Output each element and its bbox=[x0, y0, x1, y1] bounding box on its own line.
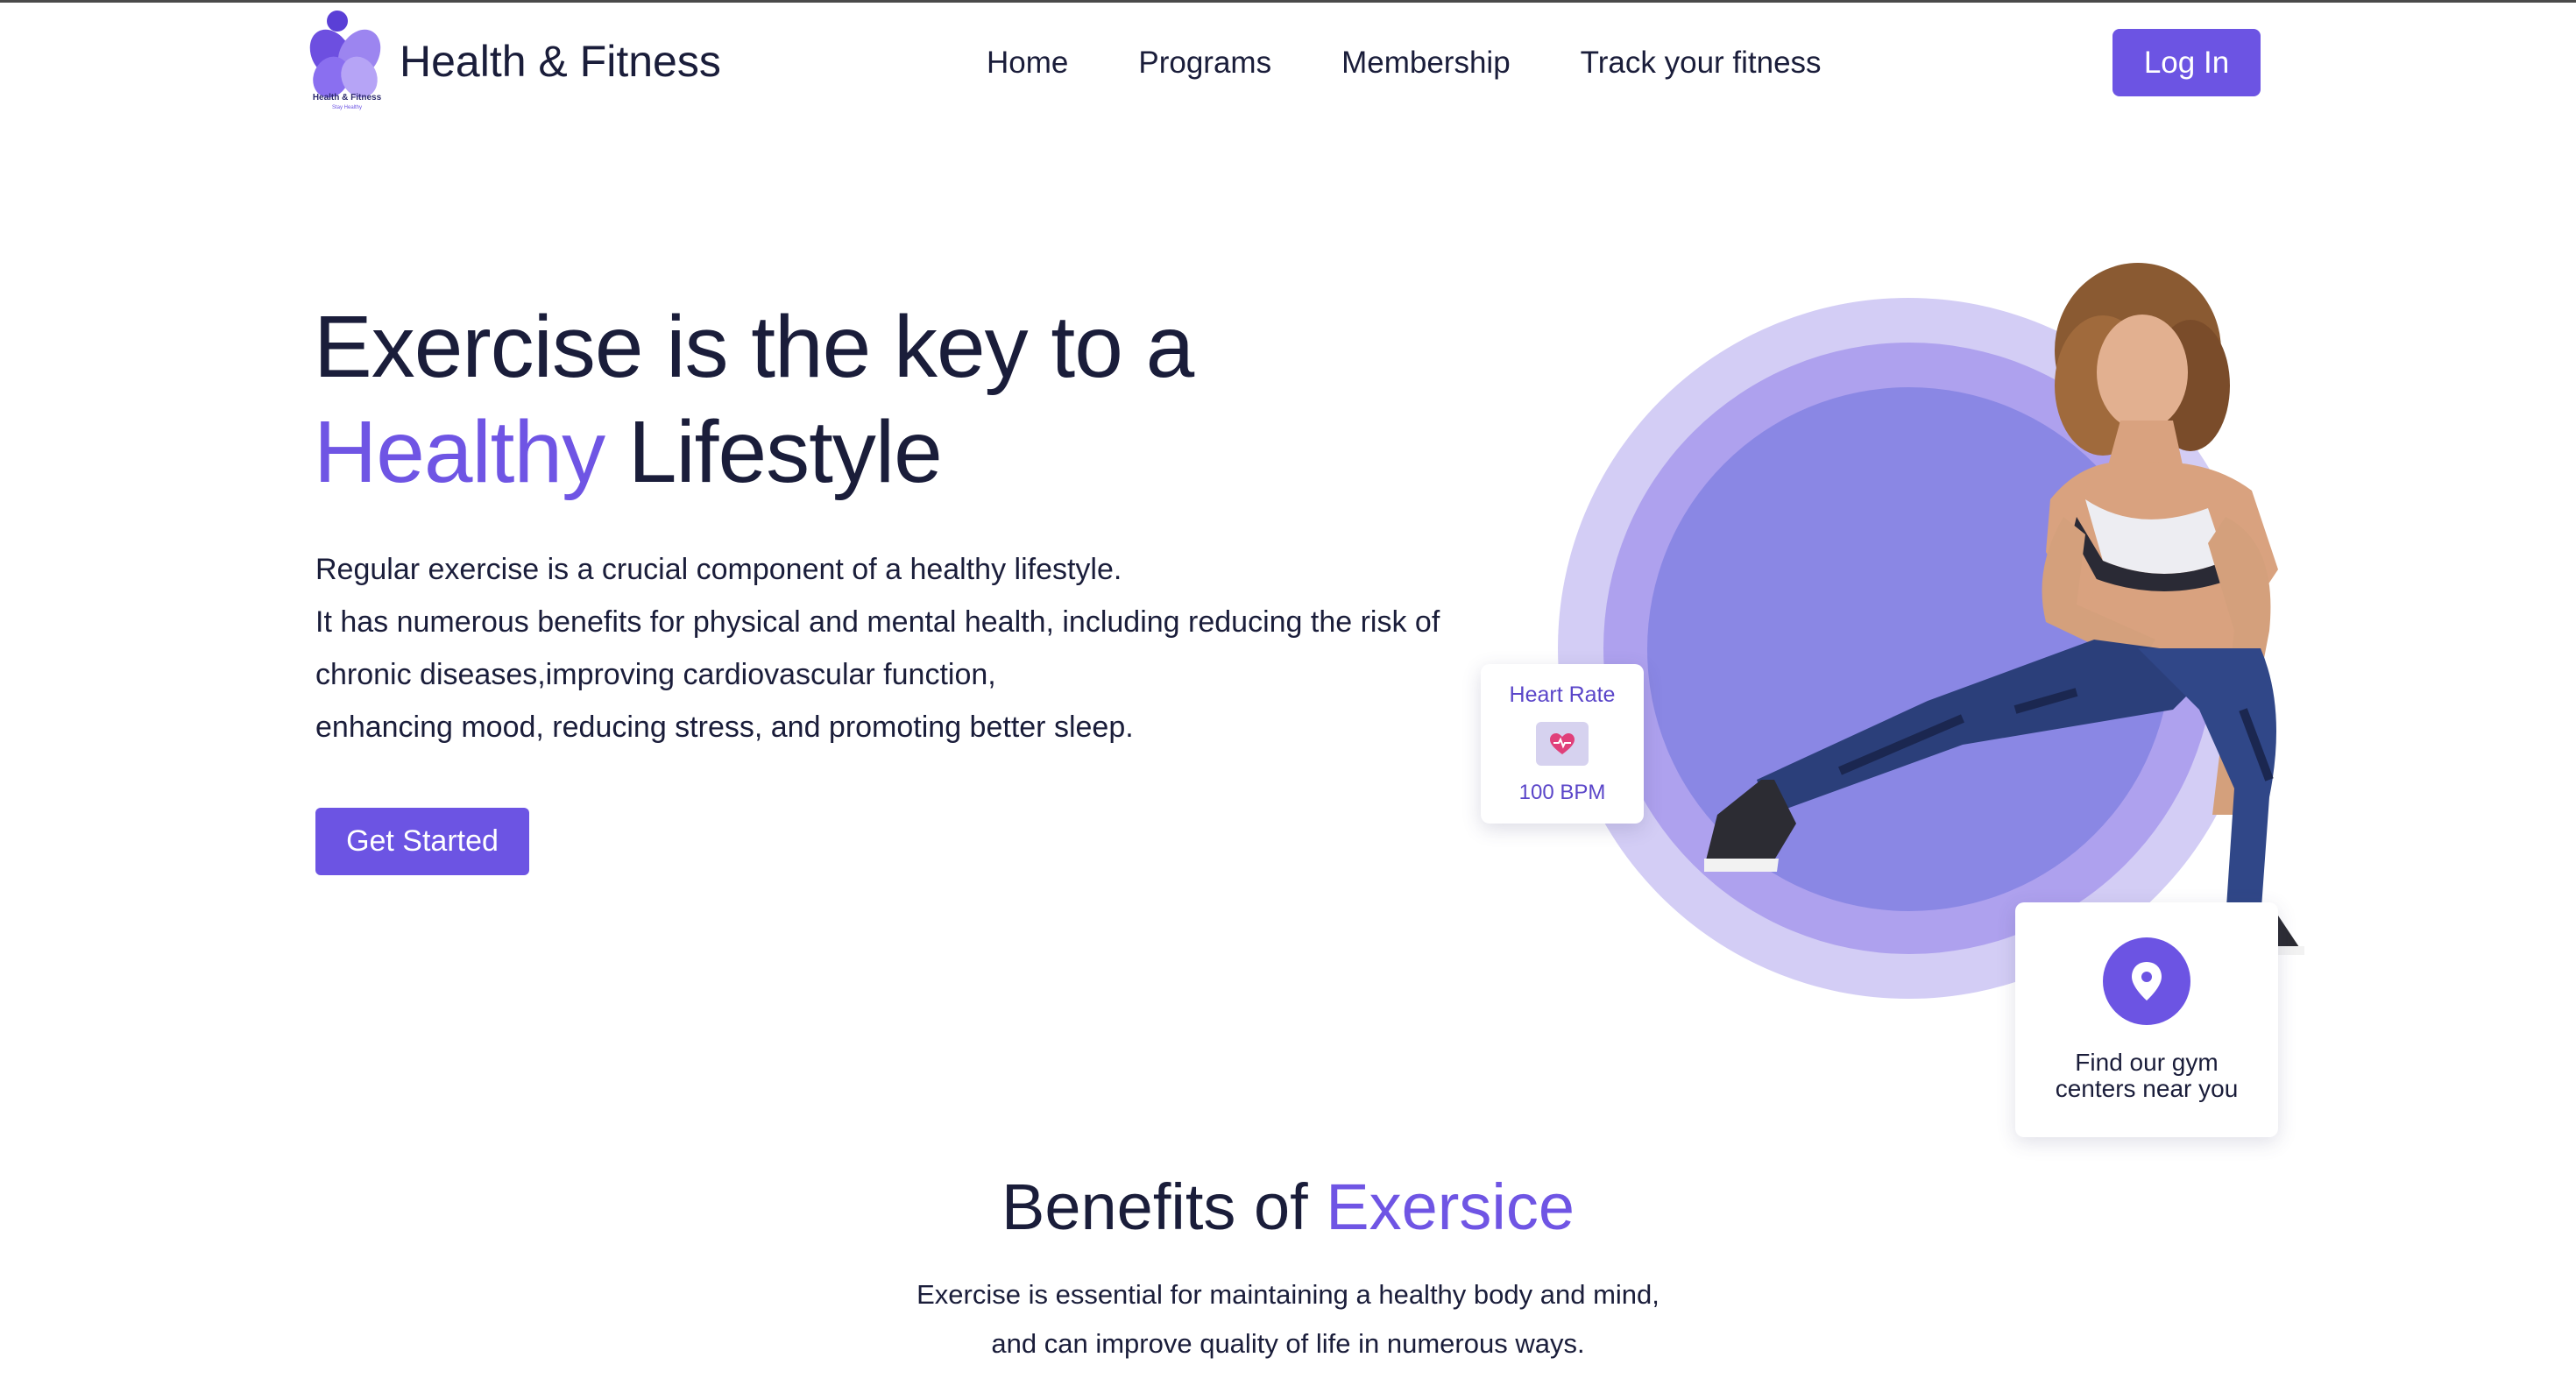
nav-link-membership[interactable]: Membership bbox=[1341, 39, 1511, 88]
gym-locator-card[interactable]: Find our gym centers near you bbox=[2015, 902, 2278, 1137]
benefits-description-line: Exercise is essential for maintaining a … bbox=[916, 1279, 1660, 1310]
brand-name[interactable]: Health & Fitness bbox=[400, 33, 721, 89]
hero-description-line: chronic diseases,improving cardiovascula… bbox=[315, 658, 996, 691]
hero-title-accent: Healthy bbox=[314, 403, 605, 501]
gym-locator-line1: Find our gym bbox=[2075, 1049, 2219, 1076]
heart-rate-card: Heart Rate 100 BPM bbox=[1481, 664, 1644, 824]
benefits-description: Exercise is essential for maintaining a … bbox=[0, 1270, 2576, 1368]
nav-link-track-fitness[interactable]: Track your fitness bbox=[1581, 39, 1822, 88]
hero-title-rest: Lifestyle bbox=[605, 403, 943, 501]
benefits-description-line: and can improve quality of life in numer… bbox=[991, 1328, 1585, 1359]
hero-title-line1: Exercise is the key to a bbox=[314, 298, 1194, 396]
hero-title: Exercise is the key to a Healthy Lifesty… bbox=[314, 294, 1194, 505]
heart-rate-label: Heart Rate bbox=[1509, 682, 1616, 707]
nav-link-programs[interactable]: Programs bbox=[1138, 39, 1271, 88]
login-button[interactable]: Log In bbox=[2112, 29, 2261, 96]
hero-description-line: Regular exercise is a crucial component … bbox=[315, 553, 1122, 586]
nav-links: Home Programs Membership Track your fitn… bbox=[987, 39, 1822, 88]
benefits-title-accent: Exersice bbox=[1326, 1170, 1575, 1243]
logo-tagline: Stay Healthy bbox=[332, 105, 362, 110]
gym-locator-line2: centers near you bbox=[2055, 1075, 2239, 1102]
hero-description-line: enhancing mood, reducing stress, and pro… bbox=[315, 711, 1134, 744]
heart-rate-value: 100 BPM bbox=[1518, 781, 1606, 804]
get-started-button[interactable]: Get Started bbox=[315, 808, 529, 875]
hero-description: Regular exercise is a crucial component … bbox=[315, 543, 1560, 753]
navbar: Health & Fitness Stay Healthy Health & F… bbox=[0, 0, 2576, 123]
brand-logo-icon[interactable]: Health & Fitness Stay Healthy bbox=[298, 5, 403, 112]
heart-pulse-icon bbox=[1536, 722, 1589, 766]
hero-description-line: It has numerous benefits for physical an… bbox=[315, 605, 1440, 639]
benefits-title-main: Benefits of bbox=[1001, 1170, 1327, 1243]
benefits-title: Benefits of Exersice bbox=[0, 1163, 2576, 1251]
logo-caption: Health & Fitness bbox=[313, 93, 382, 103]
location-pin-icon[interactable] bbox=[2103, 937, 2190, 1025]
athlete-photo bbox=[1560, 254, 2313, 955]
gym-locator-text: Find our gym centers near you bbox=[2015, 1050, 2278, 1102]
nav-link-home[interactable]: Home bbox=[987, 39, 1068, 88]
